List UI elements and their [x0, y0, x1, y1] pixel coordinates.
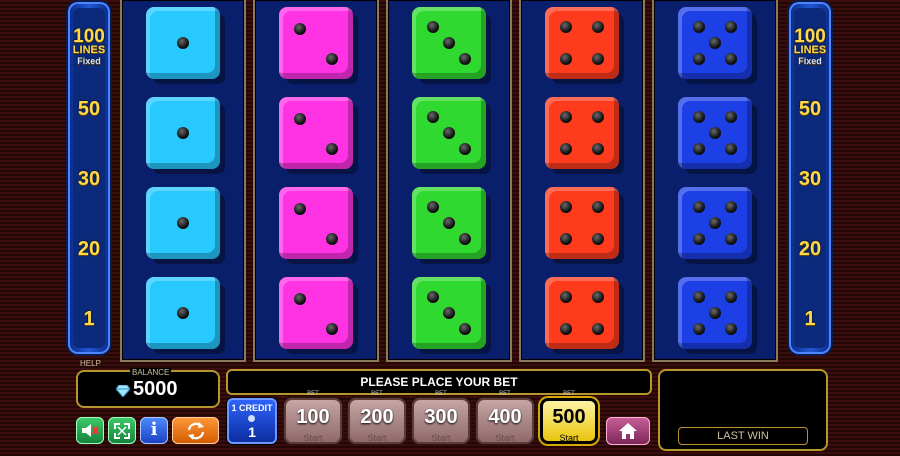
reel-3 [386, 0, 512, 362]
autoplay-button[interactable] [172, 417, 219, 444]
reel-cell [255, 268, 377, 358]
sound-toggle-button[interactable] [76, 417, 104, 444]
dice-5-icon [678, 7, 752, 79]
home-button[interactable] [606, 417, 650, 445]
credit-value: 1 [248, 424, 256, 440]
bet-100-button[interactable]: BET 100 Start [284, 391, 342, 444]
dice-4-icon [545, 277, 619, 349]
bet-200-button[interactable]: BET 200 Start [348, 391, 406, 444]
bet-tag: BET [307, 391, 319, 397]
diamond-icon [115, 384, 131, 398]
dice-3-icon [412, 187, 486, 259]
balance-value: 5000 [133, 378, 178, 400]
balance-panel: BALANCE 5000 [76, 368, 220, 408]
line-level-20-right: 20 [798, 238, 822, 260]
bet-value: 100 [296, 406, 330, 428]
reel-cell [521, 178, 643, 268]
bet-start-label: Start [367, 433, 387, 443]
line-level-50-right: 50 [798, 98, 822, 120]
sound-off-icon [81, 422, 99, 444]
reel-cell [654, 0, 776, 88]
line-level-1-right: 1 [804, 308, 816, 330]
bet-tag: BET [435, 391, 447, 397]
reel-cell [388, 88, 510, 178]
reel-cell [521, 0, 643, 88]
bet-value: 300 [424, 406, 458, 428]
line-level-1-left: 1 [83, 308, 95, 330]
dice-3-icon [412, 277, 486, 349]
dice-5-icon [678, 187, 752, 259]
dice-1-icon [146, 97, 220, 169]
reel-cell [122, 178, 244, 268]
bet-start-label: Start [559, 433, 579, 443]
lines-indicator-left: 100 LINES Fixed 50 30 20 1 [68, 2, 110, 354]
reel-cell [388, 178, 510, 268]
fullscreen-icon [114, 423, 130, 444]
reel-cell [521, 268, 643, 358]
dice-3-icon [412, 97, 486, 169]
bet-value: 500 [552, 406, 586, 428]
dice-5-icon [678, 277, 752, 349]
dice-5-icon [678, 97, 752, 169]
info-icon: i [150, 419, 158, 440]
dice-1-icon [146, 277, 220, 349]
reel-cell [122, 268, 244, 358]
dice-2-icon [279, 277, 353, 349]
reel-cell [388, 0, 510, 88]
line-level-50-left: 50 [77, 98, 101, 120]
reel-cell [255, 178, 377, 268]
reel-5 [652, 0, 778, 362]
coin-icon [248, 415, 255, 422]
dice-1-icon [146, 7, 220, 79]
dice-1-icon [146, 187, 220, 259]
dice-2-icon [279, 7, 353, 79]
line-level-30-right: 30 [798, 168, 822, 190]
reel-cell [122, 0, 244, 88]
reel-cell [255, 88, 377, 178]
reel-cell [521, 88, 643, 178]
info-button[interactable]: i [140, 417, 168, 444]
reel-2 [253, 0, 379, 362]
message-text: PLEASE PLACE YOUR BET [360, 375, 518, 389]
lines-count-left: 100 LINES Fixed [72, 26, 106, 66]
reel-cell [388, 268, 510, 358]
line-level-20-left: 20 [77, 238, 101, 260]
bet-tag: BET [499, 391, 511, 397]
help-label: HELP [80, 359, 101, 368]
dice-3-icon [412, 7, 486, 79]
bet-500-button[interactable]: BET 500 Start [540, 391, 598, 444]
reel-cell [122, 88, 244, 178]
bet-value: 400 [488, 406, 522, 428]
bet-value: 200 [360, 406, 394, 428]
reel-4 [519, 0, 645, 362]
autoplay-icon [186, 422, 206, 445]
bet-tag: BET [371, 391, 383, 397]
credit-value-button[interactable]: 1 CREDIT 1 [227, 398, 277, 444]
line-level-30-left: 30 [77, 168, 101, 190]
bet-300-button[interactable]: BET 300 Start [412, 391, 470, 444]
dice-2-icon [279, 97, 353, 169]
last-win-panel: LAST WIN [658, 369, 828, 451]
dice-4-icon [545, 7, 619, 79]
reel-cell [654, 178, 776, 268]
balance-label: BALANCE [130, 368, 172, 377]
reel-cell [654, 268, 776, 358]
reel-cell [255, 0, 377, 88]
dice-4-icon [545, 97, 619, 169]
bet-start-label: Start [495, 433, 515, 443]
dice-2-icon [279, 187, 353, 259]
reel-1 [120, 0, 246, 362]
dice-4-icon [545, 187, 619, 259]
reel-cell [654, 88, 776, 178]
home-icon [618, 422, 638, 445]
credit-label: 1 CREDIT [231, 403, 273, 413]
fullscreen-button[interactable] [108, 417, 136, 444]
lines-indicator-right: 100 LINES Fixed 50 30 20 1 [789, 2, 831, 354]
bet-start-label: Start [431, 433, 451, 443]
bet-tag: BET [563, 391, 575, 397]
lines-count-right: 100 LINES Fixed [793, 26, 827, 66]
bet-start-label: Start [303, 433, 323, 443]
bet-400-button[interactable]: BET 400 Start [476, 391, 534, 444]
last-win-label: LAST WIN [678, 427, 808, 445]
